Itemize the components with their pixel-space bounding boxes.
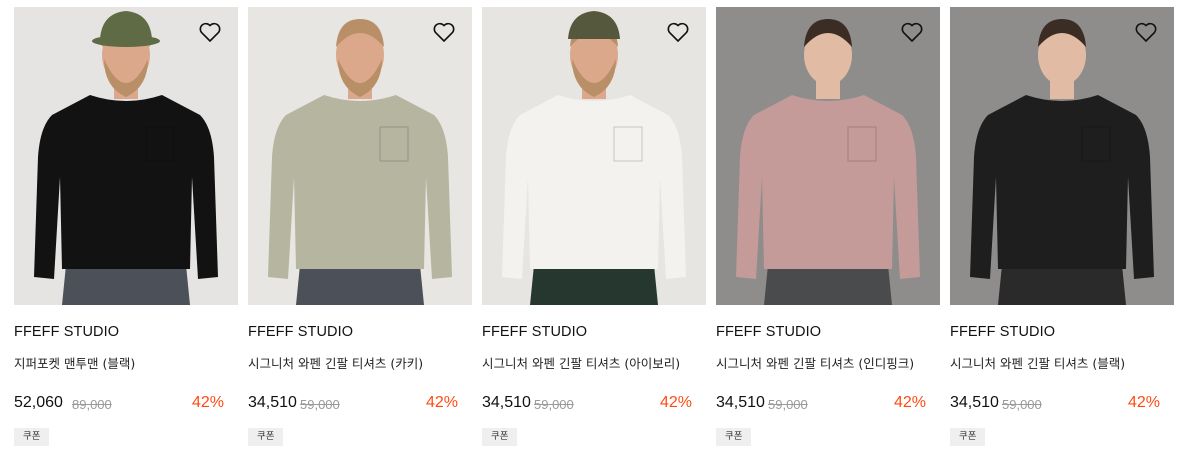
product-name[interactable]: 시그니처 와펜 긴팔 티셔츠 (카키) <box>248 353 423 372</box>
coupon-badge: 쿠폰 <box>248 428 284 446</box>
model-photo <box>14 7 238 305</box>
discount-rate: 42% <box>659 394 692 411</box>
product-brand[interactable]: FFEFF STUDIO <box>14 324 119 340</box>
sale-price: 34,510 <box>482 394 531 411</box>
original-price: 59,000 <box>300 397 340 412</box>
coupon-badge: 쿠폰 <box>482 428 518 446</box>
model-photo <box>950 7 1174 305</box>
original-price: 59,000 <box>534 397 574 412</box>
product-brand[interactable]: FFEFF STUDIO <box>482 324 587 340</box>
product-brand[interactable]: FFEFF STUDIO <box>716 324 821 340</box>
product-image[interactable] <box>482 7 706 305</box>
model-photo <box>482 7 706 305</box>
sale-price: 52,060 <box>14 394 63 411</box>
model-photo <box>248 7 472 305</box>
coupon-badge: 쿠폰 <box>950 428 986 446</box>
original-price: 59,000 <box>768 397 808 412</box>
original-price: 59,000 <box>1002 397 1042 412</box>
product-image[interactable] <box>14 7 238 305</box>
product-name[interactable]: 시그니처 와펜 긴팔 티셔츠 (아이보리) <box>482 353 680 372</box>
product-grid: FFEFF STUDIO 지퍼포켓 맨투맨 (블랙) 52,060 89,000… <box>0 0 1187 464</box>
heart-outline-icon[interactable] <box>1134 21 1158 43</box>
heart-outline-icon[interactable] <box>432 21 456 43</box>
sale-price: 34,510 <box>248 394 297 411</box>
sale-price: 34,510 <box>950 394 999 411</box>
model-photo <box>716 7 940 305</box>
product-image[interactable] <box>950 7 1174 305</box>
original-price: 89,000 <box>72 397 112 412</box>
discount-rate: 42% <box>425 394 458 411</box>
product-name[interactable]: 시그니처 와펜 긴팔 티셔츠 (인디핑크) <box>716 353 914 372</box>
heart-outline-icon[interactable] <box>198 21 222 43</box>
heart-outline-icon[interactable] <box>900 21 924 43</box>
coupon-badge: 쿠폰 <box>14 428 50 446</box>
product-card[interactable]: FFEFF STUDIO 시그니처 와펜 긴팔 티셔츠 (블랙) 34,510 … <box>950 7 1174 446</box>
product-card[interactable]: FFEFF STUDIO 시그니처 와펜 긴팔 티셔츠 (아이보리) 34,51… <box>482 7 706 446</box>
product-brand[interactable]: FFEFF STUDIO <box>950 324 1055 340</box>
product-image[interactable] <box>716 7 940 305</box>
discount-rate: 42% <box>1127 394 1160 411</box>
discount-rate: 42% <box>893 394 926 411</box>
product-name[interactable]: 지퍼포켓 맨투맨 (블랙) <box>14 353 135 372</box>
product-image[interactable] <box>248 7 472 305</box>
product-card[interactable]: FFEFF STUDIO 시그니처 와펜 긴팔 티셔츠 (인디핑크) 34,51… <box>716 7 940 446</box>
discount-rate: 42% <box>191 394 224 411</box>
coupon-badge: 쿠폰 <box>716 428 752 446</box>
product-card[interactable]: FFEFF STUDIO 지퍼포켓 맨투맨 (블랙) 52,060 89,000… <box>14 7 238 446</box>
product-card[interactable]: FFEFF STUDIO 시그니처 와펜 긴팔 티셔츠 (카키) 34,510 … <box>248 7 472 446</box>
sale-price: 34,510 <box>716 394 765 411</box>
product-brand[interactable]: FFEFF STUDIO <box>248 324 353 340</box>
heart-outline-icon[interactable] <box>666 21 690 43</box>
product-name[interactable]: 시그니처 와펜 긴팔 티셔츠 (블랙) <box>950 353 1125 372</box>
